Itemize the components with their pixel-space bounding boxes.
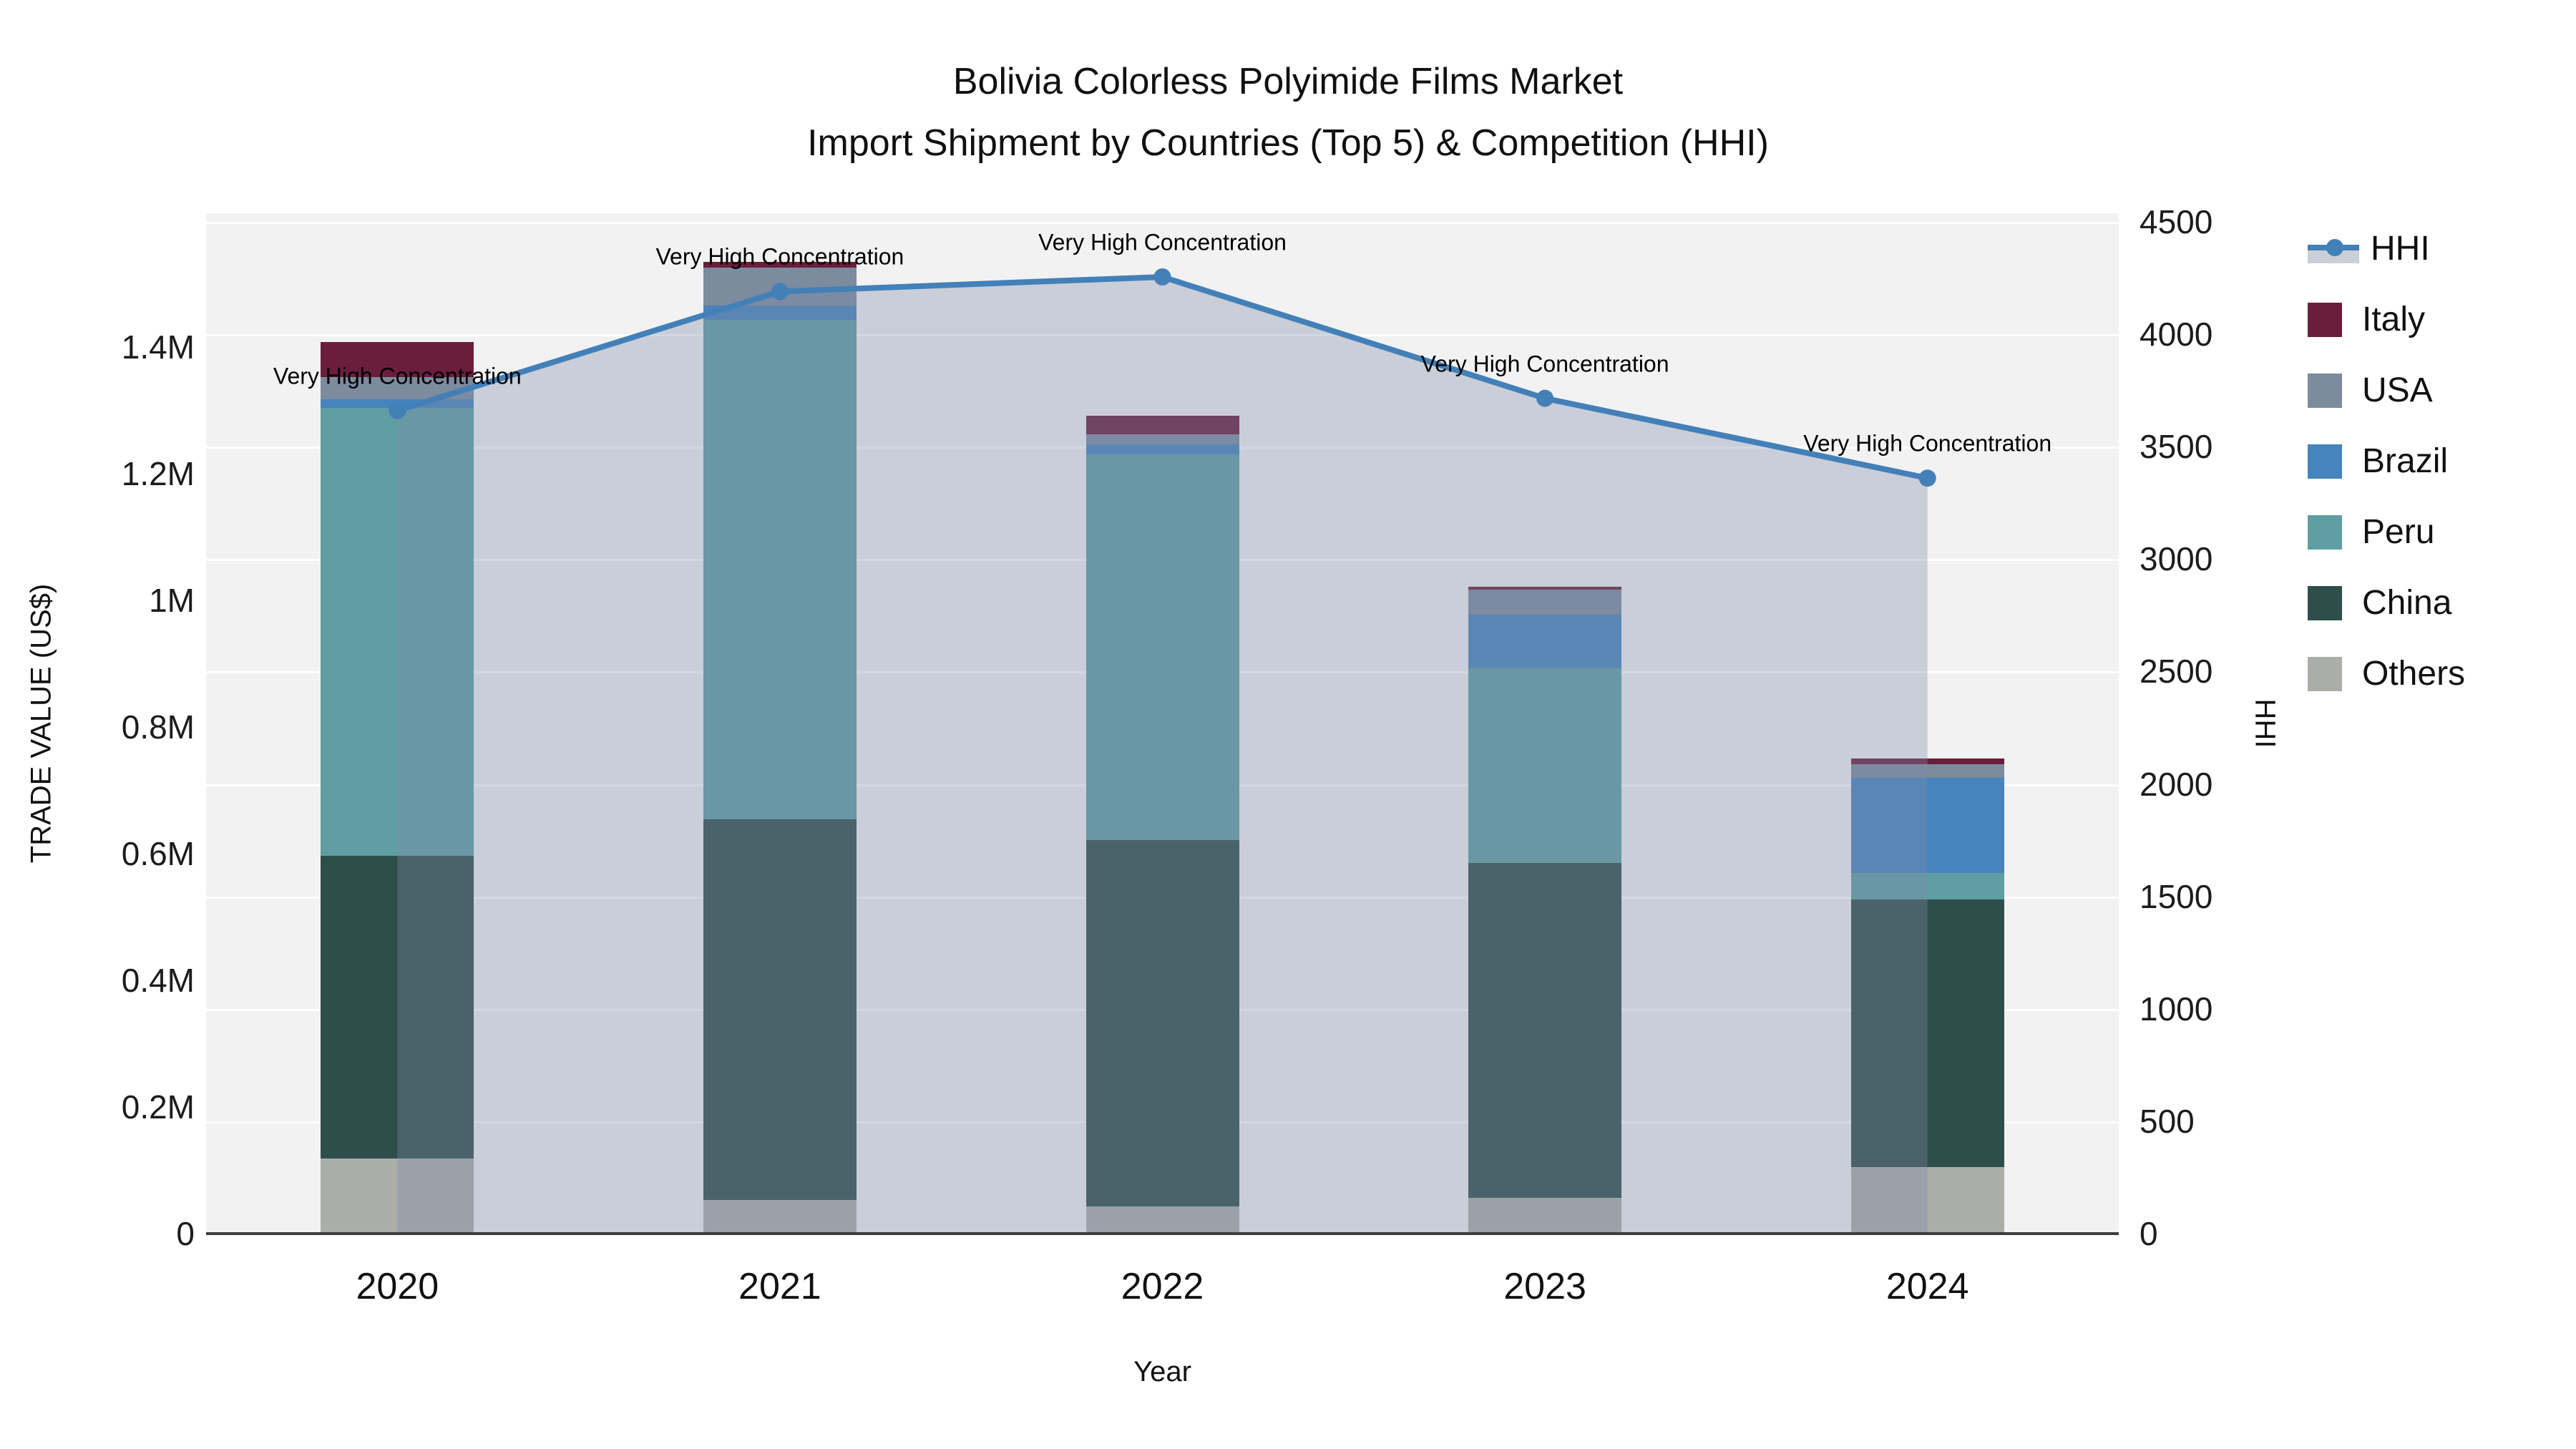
hhi-marker-2022 — [1153, 268, 1171, 286]
legend-label: Brazil — [2362, 442, 2449, 480]
annotation-2023: Very High Concentration — [1420, 351, 1669, 377]
legend-swatch-icon — [2308, 656, 2342, 691]
legend-swatch-icon — [2308, 373, 2342, 408]
y-right-tick-4500: 4500 — [2140, 203, 2213, 240]
x-tick-2020: 2020 — [356, 1266, 439, 1307]
legend: HHI Italy USA Brazil Peru China Others — [2308, 229, 2465, 725]
legend-item-hhi[interactable]: HHI — [2308, 229, 2465, 268]
x-tick-2021: 2021 — [738, 1266, 821, 1307]
annotation-2020: Very High Concentration — [273, 363, 522, 389]
y-axis-title: TRADE VALUE (US$) — [25, 583, 57, 864]
legend-label: China — [2362, 584, 2452, 622]
y-left-tick-1.2M: 1.2M — [121, 455, 195, 492]
y-right-tick-4000: 4000 — [2140, 316, 2213, 353]
annotation-2022: Very High Concentration — [1038, 229, 1287, 255]
legend-label: USA — [2362, 371, 2433, 409]
annotation-2024: Very High Concentration — [1803, 430, 2052, 457]
figure: Bolivia Colorless Polyimide Films Market… — [0, 0, 2576, 1449]
legend-item-peru[interactable]: Peru — [2308, 512, 2465, 552]
y-left-tick-0: 0 — [176, 1215, 195, 1252]
legend-swatch-icon — [2308, 444, 2342, 479]
x-tick-2024: 2024 — [1885, 1266, 1969, 1307]
y-right-tick-3500: 3500 — [2140, 428, 2213, 466]
legend-label: Others — [2362, 655, 2466, 693]
y-right-tick-0: 0 — [2140, 1215, 2158, 1252]
hhi-line-swatch-icon — [2308, 230, 2359, 268]
y-left-tick-1M: 1M — [149, 582, 195, 619]
y-right-tick-3000: 3000 — [2140, 540, 2213, 578]
hhi-marker-2023 — [1536, 389, 1554, 407]
legend-item-others[interactable]: Others — [2308, 654, 2465, 693]
y-right-tick-2500: 2500 — [2140, 653, 2213, 691]
hhi-marker-2024 — [1918, 469, 1936, 487]
y-right-tick-1500: 1500 — [2140, 877, 2213, 915]
legend-item-usa[interactable]: USA — [2308, 371, 2465, 410]
hhi-area — [397, 276, 1928, 1234]
y-right-tick-1000: 1000 — [2140, 990, 2213, 1028]
y-left-tick-0.2M: 0.2M — [121, 1088, 195, 1126]
annotation-2021: Very High Concentration — [655, 243, 904, 270]
x-tick-2023: 2023 — [1503, 1266, 1586, 1307]
y-right-tick-500: 500 — [2140, 1102, 2195, 1140]
legend-label: Italy — [2362, 301, 2426, 338]
y2-axis-title: HHI — [2249, 698, 2281, 748]
y-left-tick-0.4M: 0.4M — [121, 962, 195, 999]
legend-label: Peru — [2362, 513, 2435, 551]
x-axis-title: Year — [1133, 1356, 1191, 1387]
hhi-marker-2021 — [771, 283, 789, 301]
legend-swatch-icon — [2308, 302, 2342, 337]
y-right-tick-2000: 2000 — [2140, 765, 2213, 803]
x-tick-2022: 2022 — [1121, 1266, 1204, 1307]
legend-item-brazil[interactable]: Brazil — [2308, 441, 2465, 481]
legend-item-italy[interactable]: Italy — [2308, 300, 2465, 339]
legend-item-china[interactable]: China — [2308, 583, 2465, 623]
legend-swatch-icon — [2308, 585, 2342, 620]
y-left-tick-1.4M: 1.4M — [121, 328, 195, 366]
y-left-tick-0.6M: 0.6M — [121, 835, 195, 872]
legend-label: HHI — [2371, 230, 2430, 268]
hhi-marker-2020 — [389, 401, 406, 419]
y-left-tick-0.8M: 0.8M — [121, 708, 195, 746]
legend-swatch-icon — [2308, 514, 2342, 550]
